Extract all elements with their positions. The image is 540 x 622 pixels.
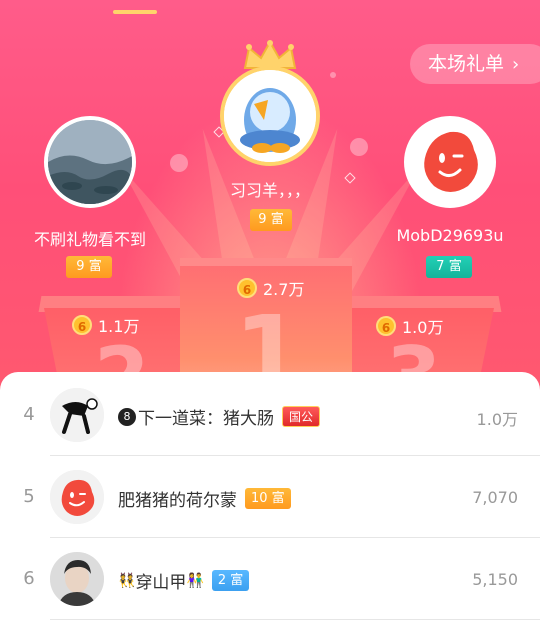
coin-icon: 6 bbox=[72, 315, 92, 335]
ranking-list: 4 8 下一道菜：猪大肠 国公 1.0万 5 肥猪猪的荷尔蒙 10 富 7,07… bbox=[0, 372, 540, 622]
chevron-right-icon: › bbox=[512, 54, 520, 75]
rich-badge: 10 富 bbox=[245, 488, 291, 509]
top1-score: 6 2.7万 bbox=[237, 276, 304, 300]
top3-name: MobD29693u bbox=[396, 226, 504, 245]
rich-badge: 2 富 bbox=[211, 570, 250, 591]
list-rank: 5 bbox=[23, 486, 35, 507]
gift-list-button[interactable]: 本场礼单 › bbox=[410, 44, 540, 84]
list-name-text: 下一道菜：猪大肠 bbox=[138, 409, 274, 429]
red-blob-avatar bbox=[50, 470, 104, 524]
noble-badge: 国公 bbox=[282, 406, 321, 427]
dancers-emoji: 👯 bbox=[118, 572, 136, 589]
list-item[interactable]: 6 👯 穿山甲 👫 2 富 5,150 bbox=[0, 538, 540, 620]
list-value: 7,070 bbox=[472, 488, 518, 507]
top3-score-value: 1.0万 bbox=[402, 318, 444, 337]
list-avatar[interactable] bbox=[50, 470, 104, 524]
qq-penguin-avatar bbox=[224, 70, 316, 162]
list-name: 👯 穿山甲 👫 2 富 bbox=[118, 568, 250, 593]
podium-section: 本场礼单› 1 2 3 习习羊，，， 9 富 6 2.7万 bbox=[0, 0, 540, 420]
tab-indicator bbox=[113, 10, 157, 14]
top3-avatar[interactable] bbox=[404, 116, 496, 208]
list-item[interactable]: 4 8 下一道菜：猪大肠 国公 1.0万 bbox=[0, 374, 540, 456]
list-rank: 4 bbox=[23, 404, 35, 425]
top2-avatar[interactable] bbox=[44, 116, 136, 208]
eight-ball-emoji: 8 bbox=[118, 407, 136, 426]
list-avatar[interactable] bbox=[50, 552, 104, 606]
list-rank: 6 bbox=[23, 568, 35, 589]
decor-bubble bbox=[350, 138, 368, 156]
top2-name: 不刷礼物看不到 bbox=[33, 230, 146, 249]
list-name: 8 下一道菜：猪大肠 国公 bbox=[118, 404, 321, 429]
sketch-avatar bbox=[50, 388, 104, 442]
coin-icon: 6 bbox=[376, 316, 396, 336]
gift-list-label: 本场礼单 bbox=[428, 53, 505, 75]
list-value: 1.0万 bbox=[476, 410, 518, 429]
list-avatar[interactable] bbox=[50, 388, 104, 442]
top3-score: 6 1.0万 bbox=[376, 314, 443, 338]
list-value: 5,150 bbox=[472, 570, 518, 589]
list-name: 肥猪猪的荷尔蒙 10 富 bbox=[118, 486, 291, 511]
coin-icon: 6 bbox=[237, 278, 257, 298]
top3-rich-badge: 7 富 bbox=[426, 256, 472, 278]
top2-score-value: 1.1万 bbox=[98, 317, 140, 336]
decor-bubble bbox=[330, 72, 336, 78]
top2-rich-badge: 9 富 bbox=[66, 256, 112, 278]
top2-score: 6 1.1万 bbox=[72, 313, 139, 337]
top1-avatar[interactable] bbox=[220, 66, 320, 166]
list-item[interactable]: 5 肥猪猪的荷尔蒙 10 富 7,070 bbox=[0, 456, 540, 538]
portrait-avatar bbox=[50, 552, 104, 606]
couple-emoji: 👫 bbox=[186, 572, 204, 589]
decor-bubble bbox=[170, 154, 188, 172]
row-divider bbox=[50, 619, 540, 620]
top1-score-value: 2.7万 bbox=[263, 280, 305, 299]
list-name-text: 肥猪猪的荷尔蒙 bbox=[118, 491, 237, 511]
landscape-avatar bbox=[48, 120, 132, 204]
tab-stub-right[interactable] bbox=[386, 0, 446, 4]
tab-stub-left[interactable] bbox=[96, 0, 170, 4]
red-blob-avatar bbox=[408, 120, 492, 204]
list-name-text: 穿山甲 bbox=[135, 573, 187, 593]
top1-rich-badge: 9 富 bbox=[250, 209, 292, 231]
